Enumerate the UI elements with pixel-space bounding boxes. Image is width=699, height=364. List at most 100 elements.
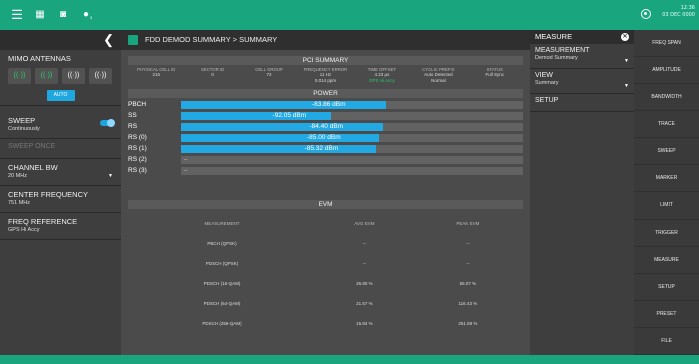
power-row: PBCH -83.86 dBm (128, 100, 523, 109)
evm-title: EVM (128, 200, 523, 209)
antenna-icon[interactable]: ((·)) (62, 68, 85, 84)
channel-bw-field[interactable]: CHANNEL BW 20 MHz ▼ (0, 159, 121, 186)
left-panel-header: ❮ (0, 30, 121, 50)
power-row-label: RS (3) (128, 167, 147, 174)
evm-cell: PBCH (QPSK) (207, 240, 237, 246)
bottom-status-bar (0, 355, 699, 364)
antenna-icon[interactable]: ((·)) (8, 68, 31, 84)
evm-cell: 21.57 % (356, 300, 373, 306)
evm-cell: 26.80 % (356, 280, 373, 286)
power-row: RS (2) -- (128, 155, 523, 164)
power-value: -85.00 dBm (307, 134, 341, 141)
evm-cell: -- (362, 240, 366, 246)
soft-key-file[interactable]: FILE (634, 328, 699, 355)
power-row: RS (3) -- (128, 166, 523, 175)
evm-row: PDSCH (QPSK) -- -- (128, 253, 523, 273)
power-row: RS -84.40 dBm (128, 122, 523, 131)
sweep-value: Continuously (8, 126, 40, 132)
soft-key-amplitude[interactable]: AMPLITUDE (634, 57, 699, 85)
menu-icon[interactable]: ☰ (9, 7, 25, 23)
back-icon[interactable]: ❮ (103, 33, 114, 47)
power-bar-track: -84.40 dBm (181, 123, 523, 131)
evm-row: PDSCH (64-QAM) 21.57 % 116.43 % (128, 293, 523, 313)
antenna-icon[interactable]: ((·)) (89, 68, 112, 84)
soft-key-measure[interactable]: MEASURE (634, 247, 699, 274)
freq-reference-title: FREQ REFERENCE (8, 217, 78, 226)
sweep-once-label: SWEEP ONCE (8, 143, 56, 150)
sweep-once-button: SWEEP ONCE (0, 139, 121, 159)
pci-value-secondary (128, 78, 184, 84)
power-value: -92.05 dBm (272, 112, 307, 119)
soft-key-limit[interactable]: LIMIT (634, 192, 699, 220)
evm-cell: 251.59 % (458, 320, 478, 326)
power-bar-track: -92.05 dBm (181, 112, 523, 120)
camera-icon[interactable]: ◙ (55, 7, 71, 23)
freq-reference-field[interactable]: FREQ REFERENCE GPS Hi Accy (0, 213, 121, 240)
sweep-section[interactable]: SWEEP Continuously (0, 112, 121, 139)
power-bar-fill (181, 145, 376, 153)
chevron-down-icon: ▼ (108, 173, 113, 179)
evm-header-cell: PEAK EVM (456, 220, 480, 226)
sweep-toggle[interactable] (100, 119, 115, 127)
power-bar-fill (181, 123, 383, 131)
view-dropdown[interactable]: VIEW Summary ▼ (530, 69, 634, 94)
soft-key-trigger[interactable]: TRIGGER (634, 220, 699, 247)
soft-key-trace[interactable]: TRACE (634, 111, 699, 139)
top-toolbar: ☰ ▦ ◙ ● 3 12:36 03 DEC 0000 (0, 0, 699, 30)
power-row-label: RS (2) (128, 156, 147, 163)
evm-cell: -- (466, 260, 470, 266)
soft-key-bandwidth[interactable]: BANDWIDTH (634, 84, 699, 112)
mimo-antennas-title: MIMO ANTENNAS (8, 54, 71, 63)
view-value: Summary (535, 80, 559, 86)
evm-cell: 56.07 % (459, 280, 477, 286)
measure-panel-title: MEASURE (535, 32, 573, 41)
power-title: POWER (128, 89, 523, 98)
soft-key-setup[interactable]: SETUP (634, 274, 699, 301)
evm-cell: PDSCH (QPSK) (205, 260, 239, 266)
evm-cell: -- (362, 260, 366, 266)
setup-item[interactable]: SETUP (530, 94, 634, 112)
clock-date: 03 DEC 0000 (662, 12, 695, 18)
clock: 12:36 03 DEC 0000 (662, 5, 695, 19)
power-bar-fill (181, 134, 380, 142)
measurement-value: Demod Summary (535, 55, 578, 61)
power-row-label: RS (128, 123, 138, 130)
view-title: VIEW (535, 72, 553, 79)
auto-button[interactable]: AUTO (46, 90, 75, 101)
center-frequency-title: CENTER FREQUENCY (8, 190, 89, 199)
power-row: RS (1) -85.32 dBm (128, 144, 523, 153)
power-row-label: SS (128, 112, 137, 119)
pci-value-secondary (184, 78, 240, 84)
channel-bw-value: 20 MHz (8, 173, 27, 179)
power-row-label: PBCH (128, 101, 147, 108)
home-icon[interactable] (128, 35, 138, 45)
measurement-dropdown[interactable]: MEASUREMENT Demod Summary ▼ (530, 44, 634, 69)
grid-icon[interactable]: ▦ (32, 7, 48, 23)
close-icon[interactable]: ✕ (621, 33, 629, 41)
pci-summary-title: PCI SUMMARY (128, 56, 523, 65)
soft-key-preset[interactable]: PRESET (634, 301, 699, 328)
soft-key-freq-span[interactable]: FREQ SPAN (634, 30, 699, 58)
channel-bw-title: CHANNEL BW (8, 163, 58, 172)
antenna-icon[interactable]: ((·)) (35, 68, 58, 84)
chevron-down-icon: ▼ (624, 58, 629, 64)
power-bar-track: -83.86 dBm (181, 101, 523, 109)
pci-value-secondary: Normal (431, 78, 446, 83)
power-value: -- (184, 168, 188, 174)
evm-row: PDSCH (16-QAM) 26.80 % 56.07 % (128, 273, 523, 293)
power-bar-fill (181, 101, 387, 109)
power-bar-fill (181, 112, 332, 120)
power-value: -84.40 dBm (309, 123, 344, 130)
chevron-down-icon: ▼ (624, 83, 629, 89)
evm-header-row: MEASUREMENT AVG EVM PEAK EVM (128, 213, 523, 233)
soft-key-sweep[interactable]: SWEEP (634, 138, 699, 166)
mimo-antennas-section: MIMO ANTENNAS ((·)) ((·)) ((·)) ((·)) AU… (0, 50, 121, 106)
gps-icon (641, 9, 651, 19)
soft-key-menu: FREQ SPAN AMPLITUDE BANDWIDTH TRACE SWEEP MAR… (634, 30, 699, 355)
evm-cell: 116.43 % (458, 300, 478, 306)
center-frequency-field[interactable]: CENTER FREQUENCY 751 MHz (0, 186, 121, 213)
soft-key-marker[interactable]: MARKER (634, 165, 699, 193)
pci-summary-grid: PHYSICAL CELL ID SECTOR ID CELL GROUP FREQU… (128, 67, 523, 84)
power-row: RS (0) -85.00 dBm (128, 133, 523, 142)
evm-cell: 15.84 % (356, 320, 373, 326)
